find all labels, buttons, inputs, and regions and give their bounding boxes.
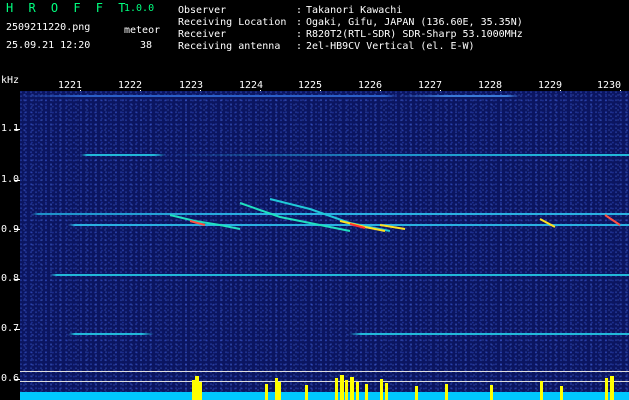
activity-bar	[365, 384, 368, 400]
activity-bar	[335, 378, 338, 400]
observer-label: Observer	[178, 5, 227, 16]
activity-bars	[20, 375, 629, 400]
meteor-echo	[379, 224, 406, 230]
timestamp: 25.09.21 12:20	[6, 40, 91, 51]
receiver-colon: :	[296, 29, 303, 40]
file-name: 2509211220.png	[6, 22, 91, 33]
activity-bar	[195, 376, 199, 400]
x-tick-label: 1222	[118, 80, 143, 91]
x-tick-label: 1225	[298, 80, 323, 91]
x-tick-label: 1228	[478, 80, 503, 91]
activity-bar	[490, 385, 493, 400]
antenna-label: Receiving antenna	[178, 41, 281, 52]
activity-bar	[350, 377, 354, 400]
meteor-echo	[169, 214, 241, 230]
meteor-count: 38	[140, 40, 153, 51]
activity-bar	[540, 381, 543, 400]
activity-bar	[445, 384, 448, 400]
meteor-echo-layer	[169, 198, 621, 232]
x-tick-label: 1229	[538, 80, 563, 91]
activity-bar	[560, 386, 563, 400]
activity-bar	[192, 380, 195, 400]
app-title: H R O F F T	[6, 1, 130, 15]
activity-bar	[305, 385, 308, 400]
location-colon: :	[296, 17, 303, 28]
receiver-label: Receiver	[178, 29, 227, 40]
activity-bar	[610, 376, 614, 400]
x-tick-label: 1230	[597, 80, 622, 91]
activity-bar	[415, 386, 418, 400]
meteor-echo	[539, 218, 556, 228]
x-tick-label: 1226	[358, 80, 383, 91]
meteor-label: meteor	[124, 25, 161, 36]
receiver-value: R820T2(RTL-SDR) SDR-Sharp 53.1000MHz	[306, 29, 523, 40]
header-panel: H R O F F T 1.0.0 2509211220.png 25.09.2…	[0, 0, 629, 74]
antenna-value: 2el-HB9CV Vertical (el. E-W)	[306, 41, 475, 52]
activity-bar	[340, 375, 344, 400]
observer-colon: :	[296, 5, 303, 16]
activity-bar	[356, 382, 359, 400]
activity-bar	[275, 378, 278, 400]
activity-bar	[385, 383, 388, 400]
activity-bar	[605, 378, 608, 400]
baseline-band	[20, 392, 629, 400]
observer-value: Takanori Kawachi	[306, 5, 403, 16]
activity-bar	[265, 384, 268, 400]
location-value: Ogaki, Gifu, JAPAN (136.60E, 35.35N)	[306, 17, 523, 28]
x-tick-label: 1221	[58, 80, 83, 91]
app-version: 1.0.0	[124, 3, 155, 14]
meteor-echo	[604, 214, 621, 226]
antenna-colon: :	[296, 41, 303, 52]
activity-bar	[278, 382, 281, 400]
y-axis-unit: kHz	[1, 75, 20, 86]
activity-bar	[199, 382, 202, 400]
activity-bar	[380, 379, 383, 400]
activity-bar	[345, 380, 348, 400]
spectrogram-plot	[20, 91, 629, 400]
location-label: Receiving Location	[178, 17, 287, 28]
x-tick-label: 1227	[418, 80, 443, 91]
